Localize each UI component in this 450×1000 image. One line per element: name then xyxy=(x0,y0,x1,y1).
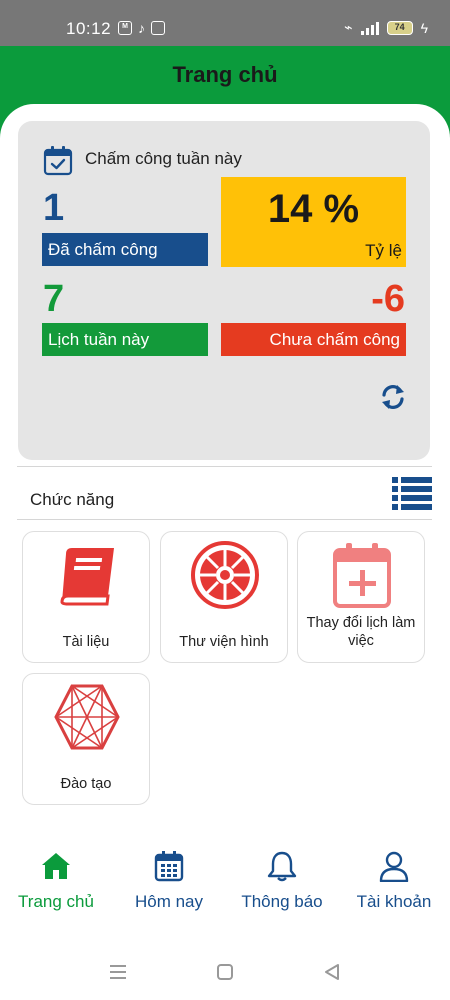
scheduled-label: Lịch tuần này xyxy=(42,323,208,356)
gallery-notification-icon xyxy=(151,21,165,35)
user-icon xyxy=(379,851,409,882)
function-tile-change-schedule[interactable]: Thay đổi lịch làm việc xyxy=(297,531,425,663)
tile-label: Tài liệu xyxy=(62,634,110,650)
ratio-box: 14 % Tỷ lệ xyxy=(221,177,406,267)
back-icon[interactable] xyxy=(322,960,342,984)
summary-title: Chấm công tuần này xyxy=(85,149,242,168)
scheduled-count: 7 xyxy=(43,278,65,320)
battery-icon: 74 xyxy=(386,20,413,35)
app-notification-icon: M xyxy=(118,21,132,35)
bell-icon xyxy=(267,851,297,882)
status-time: 10:12 xyxy=(66,19,112,38)
notification-icons: M ♪ xyxy=(118,20,165,36)
not-checked-count: -6 xyxy=(371,278,405,320)
nav-item-today[interactable]: Hôm nay xyxy=(113,850,225,912)
function-tile-documents[interactable]: Tài liệu xyxy=(22,531,150,663)
nav-label-account: Tài khoản xyxy=(356,892,432,911)
section-divider-bottom xyxy=(17,519,432,520)
tile-label: Thay đổi lịch làm việc xyxy=(306,615,416,649)
book-icon xyxy=(60,548,114,606)
functions-title: Chức năng xyxy=(30,490,115,509)
nav-item-account[interactable]: Tài khoản xyxy=(338,850,450,912)
function-tile-training[interactable]: Đào tạo xyxy=(22,673,150,805)
page-title: Trang chủ xyxy=(172,62,278,87)
nav-label-notifications: Thông báo xyxy=(241,892,323,911)
calendar-icon xyxy=(154,851,184,882)
menu-icon[interactable] xyxy=(108,960,128,984)
charging-icon: ϟ xyxy=(420,19,428,36)
list-view-icon[interactable] xyxy=(391,475,433,511)
ratio-value: 14 % xyxy=(267,187,360,231)
calendar-add-icon xyxy=(333,543,391,608)
system-indicators: ⌁ 74 ϟ xyxy=(344,19,428,36)
tile-label: Đào tạo xyxy=(60,776,112,792)
vibrate-icon: ⌁ xyxy=(344,19,353,35)
nav-label-today: Hôm nay xyxy=(134,892,204,911)
tile-label: Thư viện hình xyxy=(179,634,269,650)
signal-icon xyxy=(360,21,379,35)
tiktok-icon: ♪ xyxy=(138,20,145,36)
gallery-emblem-icon xyxy=(191,541,259,609)
nav-label-home: Trang chủ xyxy=(18,892,94,911)
training-network-icon xyxy=(54,684,120,750)
refresh-icon[interactable] xyxy=(379,383,407,411)
checked-in-label: Đã chấm công xyxy=(42,233,208,266)
function-tile-gallery[interactable]: Thư viện hình xyxy=(160,531,288,663)
nav-item-home[interactable]: Trang chủ xyxy=(0,850,112,912)
home-icon xyxy=(42,853,70,879)
section-divider-top xyxy=(17,466,432,467)
ratio-label: Tỷ lệ xyxy=(365,241,402,260)
not-checked-label: Chưa chấm công xyxy=(221,323,406,356)
status-bar: 10:12 M ♪ ⌁ 74 ϟ xyxy=(0,0,450,46)
calendar-check-icon xyxy=(43,146,73,176)
attendance-summary-card: Chấm công tuần này 1 Đã chấm công 14 % T… xyxy=(18,121,430,460)
home-button-icon[interactable] xyxy=(215,960,235,984)
checked-in-count: 1 xyxy=(43,187,65,229)
nav-item-notifications[interactable]: Thông báo xyxy=(226,850,338,912)
